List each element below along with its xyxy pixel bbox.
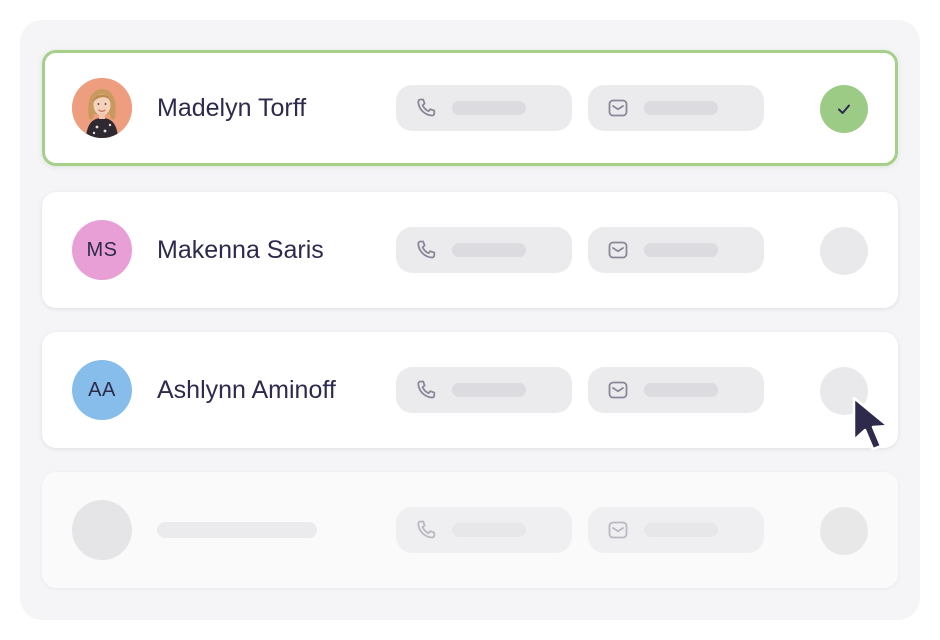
- contact-name: Makenna Saris: [157, 236, 324, 264]
- contact-name: Ashlynn Aminoff: [157, 376, 336, 404]
- phone-button[interactable]: [396, 227, 572, 273]
- avatar-placeholder: [72, 500, 132, 560]
- phone-button[interactable]: [396, 85, 572, 131]
- email-button[interactable]: [588, 227, 764, 273]
- phone-icon: [417, 520, 436, 539]
- person-photo-icon: [72, 78, 132, 138]
- avatar-initials: MS: [72, 220, 132, 280]
- email-button[interactable]: [588, 367, 764, 413]
- checkmark-icon: [838, 104, 850, 114]
- phone-icon: [417, 98, 436, 117]
- avatar-photo: [72, 78, 132, 138]
- phone-placeholder: [452, 243, 526, 257]
- select-toggle[interactable]: [820, 227, 868, 275]
- phone-placeholder: [452, 101, 526, 115]
- email-button: [588, 507, 764, 553]
- contact-card-makenna[interactable]: MS Makenna Saris: [42, 192, 898, 308]
- email-placeholder: [644, 101, 718, 115]
- phone-icon: [417, 380, 436, 399]
- mail-icon: [608, 99, 628, 117]
- contact-card-placeholder: [42, 472, 898, 588]
- email-button[interactable]: [588, 85, 764, 131]
- email-placeholder: [644, 243, 718, 257]
- mouse-pointer-icon: [852, 396, 890, 451]
- email-placeholder: [644, 383, 718, 397]
- email-placeholder: [644, 523, 718, 537]
- phone-icon: [417, 240, 436, 259]
- name-placeholder: [157, 522, 317, 538]
- contact-name: Madelyn Torff: [157, 94, 307, 122]
- select-toggle: [820, 507, 868, 555]
- avatar-initials: AA: [72, 360, 132, 420]
- phone-placeholder: [452, 383, 526, 397]
- mail-icon: [608, 381, 628, 399]
- phone-button: [396, 507, 572, 553]
- mail-icon: [608, 521, 628, 539]
- contact-card-ashlynn[interactable]: AA Ashlynn Aminoff: [42, 332, 898, 448]
- mail-icon: [608, 241, 628, 259]
- phone-button[interactable]: [396, 367, 572, 413]
- select-toggle[interactable]: [820, 85, 868, 133]
- phone-placeholder: [452, 523, 526, 537]
- contact-card-madelyn[interactable]: Madelyn Torff: [42, 50, 898, 166]
